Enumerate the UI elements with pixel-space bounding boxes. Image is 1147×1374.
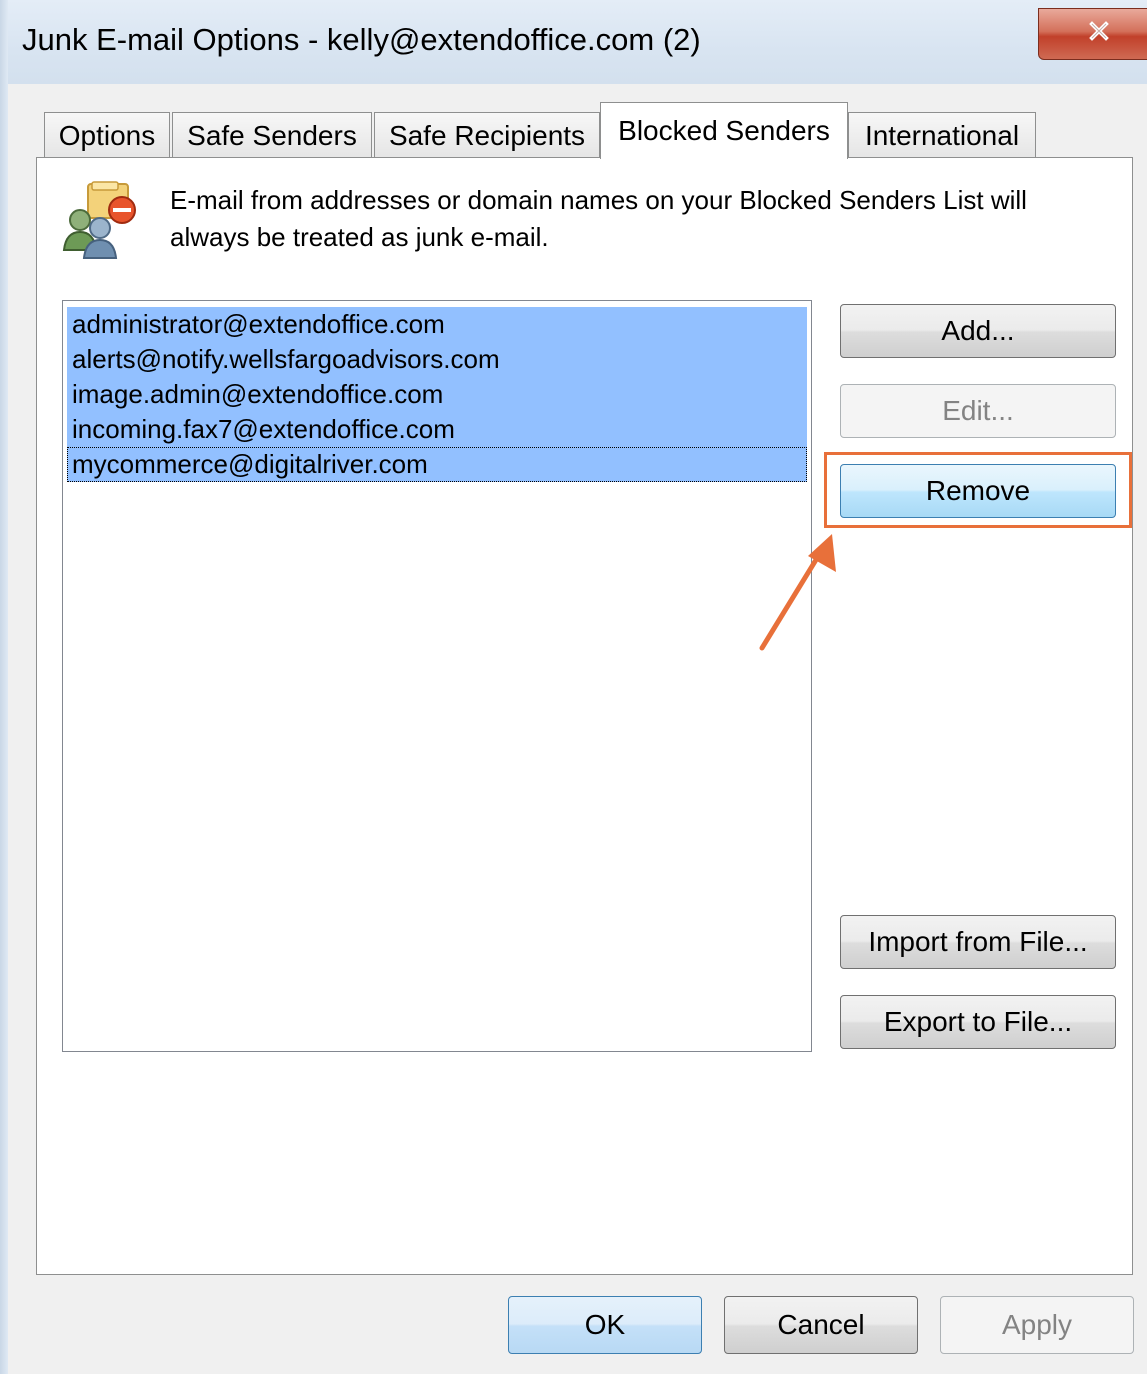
add-button[interactable]: Add... [840, 304, 1116, 358]
edit-button[interactable]: Edit... [840, 384, 1116, 438]
blocked-senders-list[interactable]: administrator@extendoffice.com alerts@no… [62, 300, 812, 1052]
window-title: Junk E-mail Options - kelly@extendoffice… [22, 22, 701, 57]
close-button[interactable] [1038, 8, 1147, 60]
ok-button[interactable]: OK [508, 1296, 702, 1354]
blocked-senders-icon [60, 180, 144, 265]
tab-safe-senders[interactable]: Safe Senders [172, 112, 372, 158]
apply-button[interactable]: Apply [940, 1296, 1134, 1354]
remove-highlight-box [824, 452, 1132, 528]
list-item[interactable]: administrator@extendoffice.com [67, 307, 807, 342]
list-item[interactable]: incoming.fax7@extendoffice.com [67, 412, 807, 447]
tab-blocked-senders[interactable]: Blocked Senders [600, 102, 848, 159]
list-item[interactable]: image.admin@extendoffice.com [67, 377, 807, 412]
junk-email-options-dialog: Junk E-mail Options - kelly@extendoffice… [0, 0, 1147, 1374]
tab-international[interactable]: International [848, 112, 1036, 158]
tab-safe-recipients[interactable]: Safe Recipients [374, 112, 600, 158]
annotation-arrow-icon [759, 534, 836, 651]
tab-options[interactable]: Options [44, 112, 170, 158]
export-to-file-button[interactable]: Export to File... [840, 995, 1116, 1049]
cancel-button[interactable]: Cancel [724, 1296, 918, 1354]
import-from-file-button[interactable]: Import from File... [840, 915, 1116, 969]
list-item[interactable]: mycommerce@digitalriver.com [67, 447, 807, 482]
window-left-border [0, 0, 8, 1374]
close-x-icon [1089, 21, 1109, 41]
list-item[interactable]: alerts@notify.wellsfargoadvisors.com [67, 342, 807, 377]
description-text: E-mail from addresses or domain names on… [170, 185, 1027, 252]
title-bar[interactable]: Junk E-mail Options - kelly@extendoffice… [8, 0, 1147, 84]
